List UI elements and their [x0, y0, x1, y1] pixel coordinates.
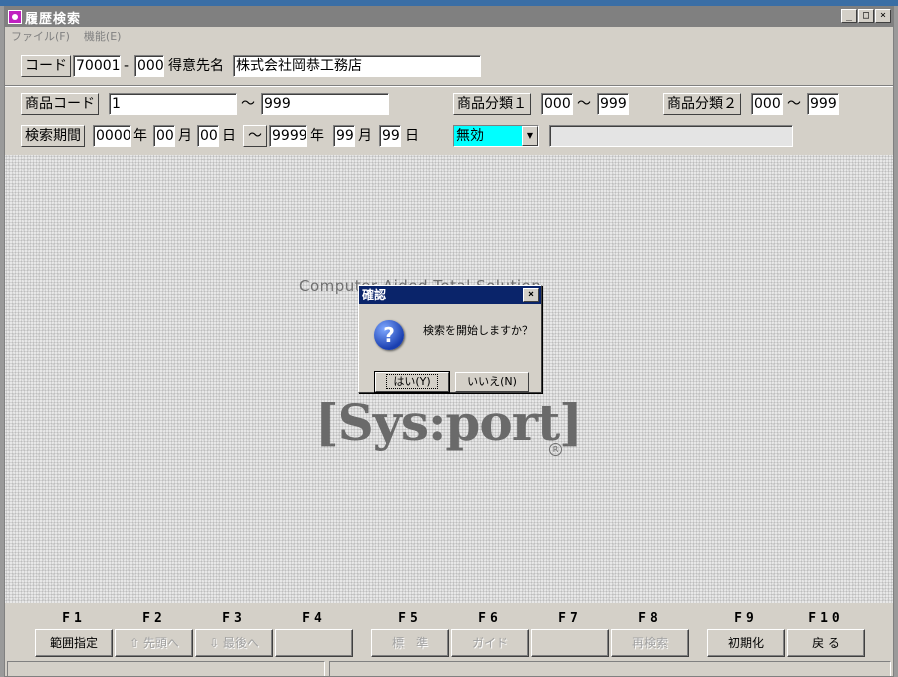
fkey-label-f10: F10	[808, 611, 844, 626]
logo-name: [Sys:port]	[315, 393, 583, 452]
close-button[interactable]: ×	[875, 9, 891, 23]
code-input[interactable]: 70001	[73, 55, 121, 77]
day-unit: 日	[222, 128, 236, 144]
validity-select[interactable]: 無効 ▼	[453, 125, 539, 147]
month-unit: 月	[358, 128, 372, 144]
month-unit: 月	[178, 128, 192, 144]
yes-button-label: はい(Y)	[386, 374, 438, 389]
dialog-title: 確認	[362, 288, 387, 302]
tilde: ～	[241, 96, 255, 112]
product-code-label: 商品コード	[21, 93, 99, 115]
fkey-label-f8: F8	[638, 611, 662, 626]
f7-button[interactable]	[531, 629, 609, 657]
day-unit: 日	[405, 128, 419, 144]
customer-label: 得意先名	[168, 58, 224, 74]
main-window: 履歴検索 _ □ × ファイル(F) 機能(E) コード 70001 - 000…	[4, 6, 894, 677]
year-unit: 年	[310, 128, 324, 144]
registered-mark-icon: R	[549, 443, 562, 456]
from-year-input[interactable]: 0000	[93, 125, 131, 147]
period-label: 検索期間	[21, 125, 85, 147]
fkey-label-f9: F9	[734, 611, 758, 626]
dialog-close-button[interactable]: ×	[523, 288, 539, 302]
fkey-label-f2: F2	[142, 611, 166, 626]
f8-research-button[interactable]: 再検索	[611, 629, 689, 657]
app-icon	[8, 10, 22, 24]
no-button[interactable]: いいえ(N)	[455, 372, 529, 392]
fkey-label-f4: F4	[302, 611, 326, 626]
f10-back-button[interactable]: 戻 る	[787, 629, 865, 657]
from-day-input[interactable]: 00	[197, 125, 219, 147]
menu-file[interactable]: ファイル(F)	[11, 28, 70, 44]
category1-label: 商品分類１	[453, 93, 531, 115]
category1-from-input[interactable]: 000	[541, 93, 573, 115]
customer-name-input[interactable]: 株式会社岡恭工務店	[233, 55, 481, 77]
year-unit: 年	[133, 128, 147, 144]
status-bar	[5, 660, 893, 676]
to-day-input[interactable]: 99	[379, 125, 401, 147]
branch-input[interactable]: 000	[134, 55, 164, 77]
question-icon: ?	[374, 320, 404, 350]
to-year-input[interactable]: 9999	[269, 125, 307, 147]
fkey-label-f3: F3	[222, 611, 246, 626]
menu-function[interactable]: 機能(E)	[84, 28, 122, 44]
f4-button[interactable]	[275, 629, 353, 657]
f2-first-button[interactable]: ⇧ 先頭へ	[115, 629, 193, 657]
window-title: 履歴検索	[25, 11, 82, 27]
code-label: コード	[21, 55, 71, 77]
status-pane-left	[7, 661, 325, 676]
fkey-label-f7: F7	[558, 611, 582, 626]
dropdown-arrow-icon[interactable]: ▼	[522, 126, 538, 146]
validity-select-value: 無効	[456, 128, 484, 144]
dialog-message: 検索を開始しますか？	[423, 324, 533, 337]
menu-bar: ファイル(F) 機能(E)	[5, 27, 893, 45]
extra-field	[549, 125, 793, 147]
separator	[5, 85, 893, 87]
confirm-dialog: 確認 × ? 検索を開始しますか？ はい(Y) いいえ(N)	[358, 285, 542, 393]
fkey-label-f1: F1	[62, 611, 86, 626]
yes-button[interactable]: はい(Y)	[374, 371, 450, 393]
status-pane-right	[329, 661, 891, 676]
fkey-label-f5: F5	[398, 611, 422, 626]
f1-range-button[interactable]: 範囲指定	[35, 629, 113, 657]
f5-standard-button[interactable]: 標 準	[371, 629, 449, 657]
from-month-input[interactable]: 00	[153, 125, 175, 147]
title-bar: 履歴検索 _ □ ×	[5, 7, 893, 27]
category2-label: 商品分類２	[663, 93, 741, 115]
f9-reset-button[interactable]: 初期化	[707, 629, 785, 657]
category2-to-input[interactable]: 999	[807, 93, 839, 115]
minimize-button[interactable]: _	[841, 9, 857, 23]
tilde: ～	[787, 96, 801, 112]
f6-guide-button[interactable]: ガイド	[451, 629, 529, 657]
maximize-button[interactable]: □	[858, 9, 874, 23]
tilde: ～	[577, 96, 591, 112]
product-code-to-input[interactable]: 999	[261, 93, 389, 115]
window-controls: _ □ ×	[841, 9, 891, 23]
to-month-input[interactable]: 99	[333, 125, 355, 147]
product-code-from-input[interactable]: 1	[109, 93, 237, 115]
range-tilde-button[interactable]: ～	[243, 125, 267, 147]
fkey-label-f6: F6	[478, 611, 502, 626]
category2-from-input[interactable]: 000	[751, 93, 783, 115]
code-dash: -	[124, 58, 130, 74]
category1-to-input[interactable]: 999	[597, 93, 629, 115]
f3-last-button[interactable]: ⇩ 最後へ	[195, 629, 273, 657]
dialog-title-bar: 確認 ×	[359, 286, 541, 304]
function-key-bar: F1 範囲指定 F2 ⇧ 先頭へ F3 ⇩ 最後へ F4 F5 標 準 F6 ガ…	[5, 607, 893, 659]
